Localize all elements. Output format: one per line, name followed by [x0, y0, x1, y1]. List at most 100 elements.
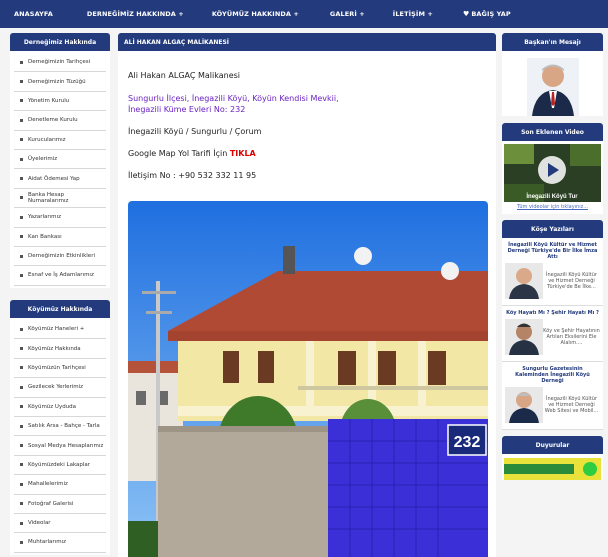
column-item[interactable]: Sungurlu Gazetesinin Kaleminden İnegazil… [502, 362, 603, 430]
bullet-icon [20, 424, 23, 428]
page-title: ALİ HAKAN ALGAÇ MALİKANESİ [118, 33, 496, 51]
village-menu-item[interactable]: Satılık Arsa - Bahçe - Tarla [14, 416, 106, 437]
bullet-icon [20, 215, 23, 219]
column-excerpt: İnegazili Köyü Kültür ve Hizmet Derneği … [546, 272, 597, 290]
association-menu-item[interactable]: Üyelerimiz [14, 149, 106, 170]
announcements-title: Duyurular [502, 436, 603, 454]
village-menu-item-label: Mahallelerimiz [28, 481, 68, 488]
village-menu-item-label: Satılık Arsa - Bahçe - Tarla [28, 423, 100, 430]
column-title[interactable]: İnegazili Köyü Kültür ve Hizmet Derneği … [505, 242, 600, 260]
village-menu-item[interactable]: Köyümüz Uyduda [14, 397, 106, 417]
column-excerpt: Köy ve Şehir Hayatının Artıları Eksileri… [543, 328, 600, 346]
village-menu: Köyümüz Haneleri + Köyümüz Hakkında Köyümü… [14, 320, 106, 553]
village-menu-item-label: Köyümüzün Tarihçesi [28, 364, 86, 371]
association-menu-item[interactable]: Yazarlarımız [14, 208, 106, 228]
bullet-icon [20, 521, 23, 525]
association-menu-item[interactable]: Derneğimizin Tarihçesi [14, 53, 106, 73]
bullet-icon [20, 463, 23, 467]
property-photo: 232 [128, 201, 488, 557]
association-menu-item[interactable]: Yönetim Kurulu [14, 91, 106, 112]
president-message-box: Başkan'ın Mesajı [502, 33, 603, 116]
association-menu-item-label: Banka Hesap Numaralarımız [28, 191, 69, 204]
bullet-icon [20, 482, 23, 486]
property-address: Sungurlu İlçesi, İnegazili Köyü, Köyün K… [128, 93, 486, 115]
columns-title: Köşe Yazıları [502, 220, 603, 238]
association-menu-item-label: Üyelerimiz [28, 156, 58, 163]
village-menu-item[interactable]: Köyümüzün Tarihçesi [14, 358, 106, 379]
association-menu-item-label: Aidat Ödemesi Yap [28, 175, 80, 182]
association-menu-item-label: Kurucularımız [28, 136, 66, 143]
column-title[interactable]: Köy Hayatı Mı ? Şehir Hayatı Mı ? [505, 310, 600, 316]
village-menu-item[interactable]: Köyümüzdeki Lakaplar [14, 455, 106, 476]
village-menu-item-label: Muhtarlarımız [28, 539, 66, 546]
bullet-icon [20, 60, 23, 64]
village-menu-item[interactable]: Muhtarlarımız [14, 533, 106, 553]
bullet-icon [20, 235, 23, 239]
nav-gallery[interactable]: GALERİ + [330, 0, 365, 28]
nav-about-association[interactable]: DERNEĞİMİZ HAKKINDA + [87, 0, 184, 28]
village-sidebar: Köyümüz Hakkında Köyümüz Haneleri + Köyüm… [10, 300, 110, 555]
village-menu-item[interactable]: Gezilecek Yerlerimiz [14, 378, 106, 398]
property-details: Ali Hakan ALGAÇ Malikanesi Sungurlu İlçe… [118, 51, 496, 181]
nav-contact[interactable]: İLETİŞİM + [393, 0, 433, 28]
association-menu-item-label: Derneğimizin Tüzüğü [28, 78, 86, 85]
nav-donate[interactable]: ♥ BAĞIŞ YAP [463, 0, 511, 28]
association-menu-item[interactable]: Kan Bankası [14, 227, 106, 247]
bullet-icon [20, 540, 23, 544]
association-menu-item[interactable]: Denetleme Kurulu [14, 111, 106, 131]
village-menu-item[interactable]: Fotoğraf Galerisi [14, 494, 106, 514]
association-menu-item-label: Derneğimizin Etkinlikleri [28, 253, 95, 260]
association-menu-item[interactable]: Kurucularımız [14, 130, 106, 150]
village-menu-item[interactable]: Köyümüz Hakkında [14, 339, 106, 359]
latest-video-thumbnail[interactable]: İnegazili Köyü Tur [504, 144, 601, 202]
village-menu-item-label: Köyümüz Hakkında [28, 345, 81, 352]
main-content: ALİ HAKAN ALGAÇ MALİKANESİ Ali Hakan ALG… [118, 33, 496, 557]
address-line-2: İnegazili Küme Evleri No: 232 [128, 105, 246, 114]
president-message-title: Başkan'ın Mesajı [502, 33, 603, 51]
association-sidebar-body: Derneğimizin Tarihçesi Derneğimizin Tüzüğ… [10, 51, 110, 288]
map-directions: Google Map Yol Tarifi İçin TIKLA [128, 149, 486, 159]
bullet-icon [20, 347, 23, 351]
village-menu-item-label: Köyümüz Uyduda [28, 403, 77, 410]
village-menu-item-label: Köyümüz Haneleri + [28, 326, 85, 333]
association-menu-item-label: Yazarlarımız [28, 214, 61, 221]
bullet-icon [20, 99, 23, 103]
village-menu-item[interactable]: Mahallelerimiz [14, 475, 106, 495]
announcement-banner[interactable] [504, 458, 601, 480]
village-menu-item-label: Fotoğraf Galerisi [28, 500, 74, 507]
bullet-icon [20, 273, 23, 277]
bullet-icon [20, 196, 23, 200]
bullet-icon [20, 366, 23, 370]
all-videos-link[interactable]: Tüm videolar için tıklayınız... [502, 202, 603, 214]
bullet-icon [20, 80, 23, 84]
association-menu-item[interactable]: Derneğimizin Tüzüğü [14, 72, 106, 92]
column-title[interactable]: Sungurlu Gazetesinin Kaleminden İnegazil… [505, 366, 600, 384]
village-menu-item-label: Videolar [28, 520, 51, 527]
author-photo [505, 319, 543, 355]
association-menu-item[interactable]: Derneğimizin Etkinlikleri [14, 246, 106, 267]
column-item[interactable]: İnegazili Köyü Kültür ve Hizmet Derneği … [502, 238, 603, 306]
president-portrait[interactable] [526, 58, 579, 116]
author-photo [505, 263, 543, 299]
bullet-icon [20, 157, 23, 161]
bullet-icon [20, 385, 23, 389]
bullet-icon [20, 118, 23, 122]
association-menu-item-label: Kan Bankası [28, 233, 62, 240]
nav-about-village[interactable]: KÖYÜMÜZ HAKKINDA + [212, 0, 299, 28]
village-menu-item-label: Sosyal Medya Hesaplarımız [28, 442, 104, 449]
property-name: Ali Hakan ALGAÇ Malikanesi [128, 71, 241, 80]
announcements-box: Duyurular [502, 436, 603, 480]
map-directions-link[interactable]: TIKLA [230, 149, 256, 158]
village-menu-item[interactable]: Köyümüz Haneleri + [14, 320, 106, 340]
column-item[interactable]: Köy Hayatı Mı ? Şehir Hayatı Mı ? Köy ve… [502, 306, 603, 362]
village-menu-item[interactable]: Videolar [14, 513, 106, 534]
nav-home[interactable]: ANASAYFA [14, 0, 53, 28]
association-menu-item-label: Yönetim Kurulu [28, 97, 70, 104]
village-menu-item[interactable]: Sosyal Medya Hesaplarımız [14, 436, 106, 456]
association-menu-item[interactable]: Aidat Ödemesi Yap [14, 169, 106, 189]
association-menu-item[interactable]: Banka Hesap Numaralarımız [14, 188, 106, 209]
association-menu-item[interactable]: Esnaf ve İş Adamlarımız [14, 266, 106, 286]
association-menu: Derneğimizin Tarihçesi Derneğimizin Tüzüğ… [14, 53, 106, 286]
bullet-icon [20, 502, 23, 506]
column-excerpt: İnegazili Köyü Kültür ve Hizmet Derneği … [544, 396, 599, 414]
